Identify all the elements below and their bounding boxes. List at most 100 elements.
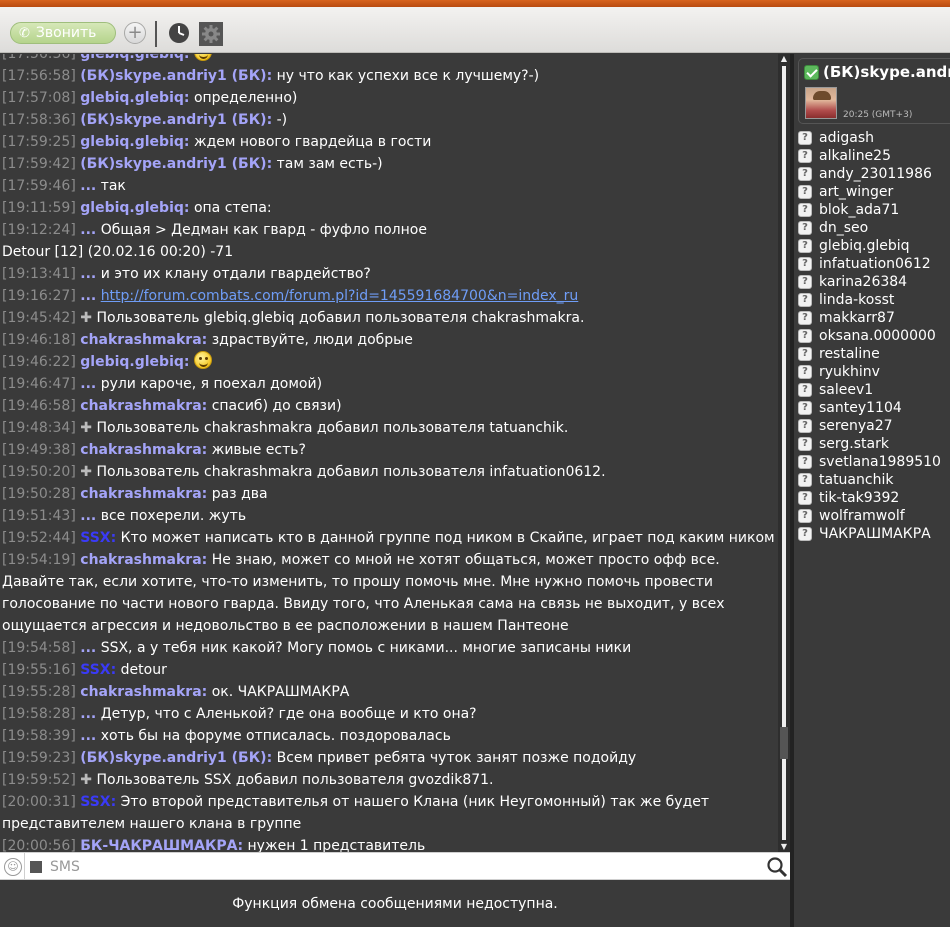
message-author[interactable]: chakrashmakra:: [80, 332, 207, 348]
profile-name: (БК)skype.andriy1: [823, 63, 950, 81]
message-text: ждем нового гвардейца в гости: [193, 134, 432, 150]
message-author[interactable]: chakrashmakra:: [80, 552, 207, 568]
message-author[interactable]: SSX:: [80, 794, 116, 810]
add-button[interactable]: +: [124, 22, 146, 44]
toolbar: ✆ Звонить +: [0, 7, 950, 53]
question-icon: ?: [798, 185, 812, 199]
message-author[interactable]: chakrashmakra:: [80, 486, 207, 502]
smiley-icon[interactable]: ☺: [4, 858, 22, 876]
contact-item[interactable]: ? tik-tak9392: [798, 489, 950, 507]
scroll-thumb[interactable]: [780, 727, 788, 759]
contact-item[interactable]: ? glebiq.glebiq: [798, 237, 950, 255]
contact-item[interactable]: ? restaline: [798, 345, 950, 363]
contact-name: karina26384: [819, 274, 908, 290]
contact-name: serenya27: [819, 418, 893, 434]
message-text: определенно): [193, 90, 298, 106]
contact-item[interactable]: ? serg.stark: [798, 435, 950, 453]
question-icon: ?: [798, 149, 812, 163]
message-timestamp: [19:46:18]: [2, 332, 76, 348]
continuation-dots: ...: [80, 178, 97, 194]
message-author[interactable]: (БК)skype.andriy1 (БК):: [80, 112, 272, 128]
contact-item[interactable]: ? ryukhinv: [798, 363, 950, 381]
message-link[interactable]: http://forum.combats.com/forum.pl?id=145…: [101, 288, 579, 304]
contact-name: art_winger: [819, 184, 894, 200]
message-text: и это их клану отдали гвардейство?: [100, 266, 371, 282]
chat-history[interactable]: [17:56:36] glebiq.glebiq: [17:56:58] (БК…: [0, 54, 778, 852]
search-button[interactable]: [766, 856, 788, 878]
contact-item[interactable]: ? blok_ada71: [798, 201, 950, 219]
contact-item[interactable]: ? svetlana1989510: [798, 453, 950, 471]
gear-icon: [202, 25, 220, 43]
chat-message: [20:00:31] SSX: Это второй представитель…: [0, 791, 778, 835]
contact-item[interactable]: ? makkarr87: [798, 309, 950, 327]
message-timestamp: [19:59:23]: [2, 750, 76, 766]
contact-item[interactable]: ? tatuanchik: [798, 471, 950, 489]
contact-item[interactable]: ? karina26384: [798, 273, 950, 291]
contact-item[interactable]: ? adigash: [798, 129, 950, 147]
message-timestamp: [19:12:24]: [2, 222, 76, 238]
chat-message: [19:45:42] ✚ Пользователь glebiq.glebiq …: [0, 307, 778, 329]
message-timestamp: [19:51:43]: [2, 508, 76, 524]
message-author[interactable]: БК-ЧАКРАШМАКРА:: [80, 838, 243, 852]
question-icon: ?: [798, 527, 812, 541]
message-author[interactable]: chakrashmakra:: [80, 684, 207, 700]
history-button[interactable]: [168, 22, 190, 44]
contact-item[interactable]: ? serenya27: [798, 417, 950, 435]
question-icon: ?: [798, 329, 812, 343]
message-author[interactable]: glebiq.glebiq:: [80, 354, 189, 370]
contact-item[interactable]: ? andy_23011986: [798, 165, 950, 183]
message-text: все похерели. жуть: [100, 508, 247, 524]
message-input-bar: ☺: [0, 852, 790, 881]
settings-button[interactable]: [199, 22, 223, 46]
contact-item[interactable]: ? oksana.0000000: [798, 327, 950, 345]
contact-item[interactable]: ? saleev1: [798, 381, 950, 399]
check-icon: [804, 65, 819, 80]
chat-message: [17:58:36] (БК)skype.andriy1 (БК): -): [0, 109, 778, 131]
contact-item[interactable]: ? ЧАКРАШМАКРА: [798, 525, 950, 543]
contact-name: blok_ada71: [819, 202, 900, 218]
contact-item[interactable]: ? santey1104: [798, 399, 950, 417]
chat-message: [17:59:25] glebiq.glebiq: ждем нового гв…: [0, 131, 778, 153]
contact-item[interactable]: ? infatuation0612: [798, 255, 950, 273]
sms-checkbox[interactable]: [30, 861, 42, 873]
message-author[interactable]: SSX:: [80, 530, 116, 546]
scroll-down-arrow[interactable]: ▼: [778, 842, 790, 852]
contact-item[interactable]: ? alkaline25: [798, 147, 950, 165]
contact-item[interactable]: ? linda-kosst: [798, 291, 950, 309]
message-author[interactable]: chakrashmakra:: [80, 398, 207, 414]
profile-card[interactable]: (БК)skype.andriy1 20:25 (GMT+3): [798, 58, 950, 124]
message-author[interactable]: chakrashmakra:: [80, 442, 207, 458]
message-author[interactable]: glebiq.glebiq:: [80, 90, 189, 106]
message-text: там зам есть-): [276, 156, 383, 172]
message-author[interactable]: (БК)skype.andriy1 (БК):: [80, 750, 272, 766]
chat-message: [17:57:08] glebiq.glebiq: определенно): [0, 87, 778, 109]
message-author[interactable]: (БК)skype.andriy1 (БК):: [80, 68, 272, 84]
question-icon: ?: [798, 383, 812, 397]
scroll-up-arrow[interactable]: ▲: [778, 54, 790, 64]
contact-item[interactable]: ? art_winger: [798, 183, 950, 201]
question-icon: ?: [798, 455, 812, 469]
contact-name: svetlana1989510: [819, 454, 941, 470]
message-author[interactable]: (БК)skype.andriy1 (БК):: [80, 156, 272, 172]
scroll-track[interactable]: [782, 66, 786, 840]
top-accent-bar: [0, 0, 950, 7]
contact-item[interactable]: ? dn_seo: [798, 219, 950, 237]
call-button[interactable]: ✆ Звонить: [10, 22, 116, 44]
message-author[interactable]: SSX:: [80, 662, 116, 678]
message-author[interactable]: glebiq.glebiq:: [80, 134, 189, 150]
chat-message: Detour [12] (20.02.16 00:20) -71: [0, 241, 778, 263]
chat-scrollbar[interactable]: ▲ ▼: [778, 54, 790, 852]
question-icon: ?: [798, 293, 812, 307]
message-text: Детур, что с Аленькой? где она вообще и …: [100, 706, 477, 722]
sms-input[interactable]: [50, 857, 750, 877]
contact-name: alkaline25: [819, 148, 891, 164]
question-icon: ?: [798, 347, 812, 361]
message-timestamp: [19:52:44]: [2, 530, 76, 546]
avatar[interactable]: [805, 87, 837, 119]
message-author[interactable]: glebiq.glebiq:: [80, 200, 189, 216]
question-icon: ?: [798, 401, 812, 415]
message-text: раз два: [211, 486, 268, 502]
contact-item[interactable]: ? wolframwolf: [798, 507, 950, 525]
message-author[interactable]: glebiq.glebiq:: [80, 54, 189, 62]
continuation-dots: ...: [80, 222, 97, 238]
